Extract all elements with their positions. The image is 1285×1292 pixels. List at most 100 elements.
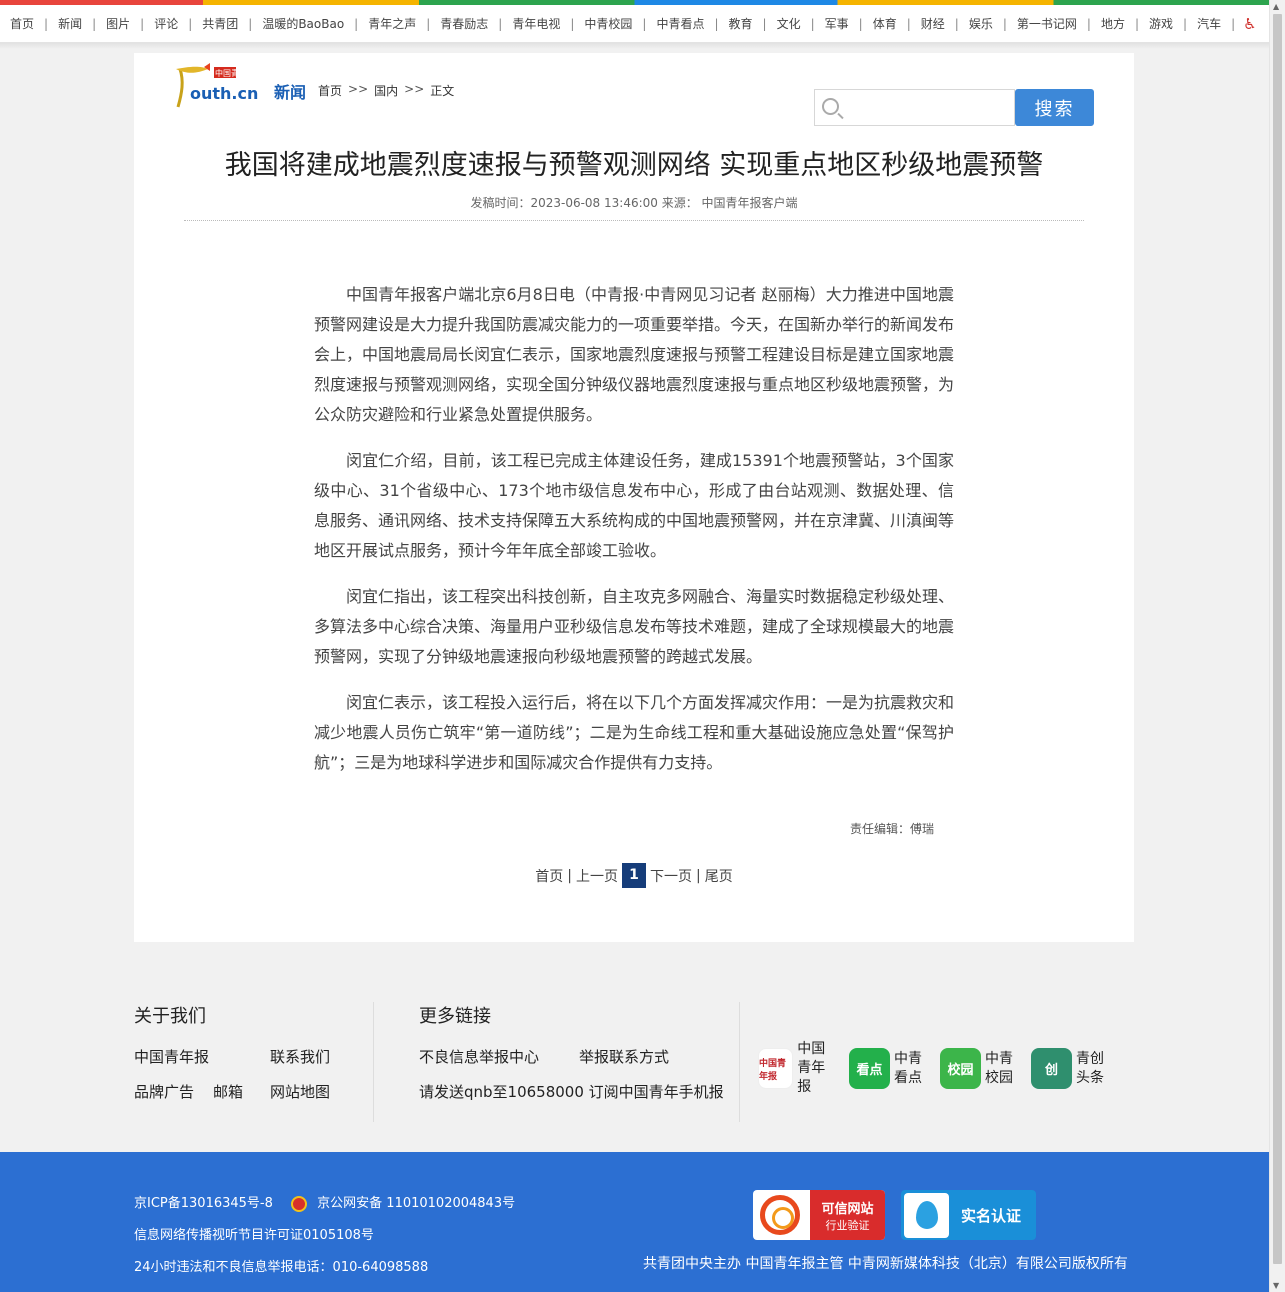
- pager-last[interactable]: 尾页: [705, 866, 733, 886]
- breadcrumb-domestic[interactable]: 国内: [374, 82, 398, 99]
- nav-link[interactable]: 中青看点: [646, 15, 714, 32]
- article-body: 中国青年报客户端北京6月8日电（中青报·中青网见习记者 赵丽梅）大力推进中国地震…: [314, 280, 954, 794]
- nav-link[interactable]: 首页: [0, 15, 44, 32]
- wheelchair-icon[interactable]: ♿: [1235, 15, 1256, 33]
- more-links-title: 更多链接: [419, 1006, 491, 1027]
- water-drop-icon: [904, 1192, 949, 1238]
- top-navigation: 首页 | 新闻 | 图片 | 评论 | 共青团 | 温暖的BaoBao | 青年之声 | 青春励志 | 青年电视…: [0, 5, 1269, 43]
- nav-link[interactable]: 第一书记网: [1007, 15, 1087, 32]
- about-title: 关于我们: [134, 1006, 206, 1027]
- breadcrumb-home[interactable]: 首页: [318, 82, 342, 99]
- nav-item: 评论 |: [144, 15, 192, 32]
- nav-item: 新闻 |: [48, 15, 96, 32]
- pager-separator: |: [696, 867, 701, 884]
- app-list: 中国青年报 中国 青年报 看点 中青 看点 校园 中青 校园 创 青创 头条: [758, 1040, 1106, 1097]
- nav-item: 图片 |: [96, 15, 144, 32]
- logo-domain: outh.cn: [190, 84, 258, 103]
- app-cyd[interactable]: 中国青年报 中国 青年报: [758, 1040, 833, 1097]
- nav-item: 首页 |: [0, 15, 48, 32]
- nav-link[interactable]: 中青校园: [574, 15, 642, 32]
- nav-link[interactable]: 青年电视: [502, 15, 570, 32]
- footer-link-report-center[interactable]: 不良信息举报中心: [419, 1046, 579, 1067]
- campus-app-icon: 校园: [940, 1048, 981, 1089]
- copyright: 共青团中央主办 中国青年报主管 中青网新媒体科技（北京）有限公司版权所有: [643, 1256, 1128, 1272]
- nav-link[interactable]: 温暖的BaoBao: [252, 15, 354, 32]
- nav-link[interactable]: 汽车: [1187, 15, 1231, 32]
- nav-link[interactable]: 文化: [767, 15, 811, 32]
- footer-link-report-contact[interactable]: 举报联系方式: [579, 1046, 709, 1067]
- channel-label[interactable]: 新闻: [274, 79, 306, 103]
- breadcrumb: 首页 >> 国内 >> 正文: [318, 82, 454, 99]
- vertical-scrollbar[interactable]: ▲ ▼: [1269, 0, 1285, 1292]
- footer-link-mobile-paper[interactable]: 请发送qnb至10658000 订阅中国青年手机报: [419, 1081, 724, 1102]
- app-campus[interactable]: 校园 中青 校园: [940, 1040, 1015, 1097]
- search-bar: 搜索: [814, 89, 1094, 126]
- nav-link[interactable]: 地方: [1091, 15, 1135, 32]
- article-title: 我国将建成地震烈度速报与预警观测网络 实现重点地区秒级地震预警: [224, 150, 1044, 181]
- footer-link-cyd[interactable]: 中国青年报: [134, 1046, 270, 1067]
- footer-links: 关于我们 中国青年报 联系我们 品牌广告 邮箱 网站地图 更多链接 不良信息举报…: [0, 942, 1269, 1152]
- article-paragraph: 中国青年报客户端北京6月8日电（中青报·中青网见习记者 赵丽梅）大力推进中国地震…: [314, 285, 955, 424]
- nav-item: 体育 |: [863, 15, 911, 32]
- footer-link-ads[interactable]: 品牌广告: [134, 1081, 213, 1102]
- footer-link-sitemap[interactable]: 网站地图: [270, 1081, 350, 1102]
- breadcrumb-separator: >>: [404, 82, 425, 96]
- trusted-site-badge[interactable]: 可信网站 行业验证: [753, 1190, 885, 1240]
- search-icon: [822, 98, 839, 115]
- article-container: 中国青年网 outh.cn 新闻 首页 >> 国内 >> 正文 搜索 我国将建成…: [134, 53, 1134, 942]
- nav-item: 军事 |: [815, 15, 863, 32]
- footer-legal: 京ICP备13016345号-8 京公网安备 11010102004843号 信…: [0, 1152, 1269, 1292]
- nav-link[interactable]: 游戏: [1139, 15, 1183, 32]
- pager-current[interactable]: 1: [622, 863, 646, 888]
- scrollbar-thumb[interactable]: [1273, 14, 1282, 1264]
- breadcrumb-current: 正文: [430, 84, 455, 98]
- nav-item: 财经 |: [911, 15, 959, 32]
- nav-item: 汽车 |: [1187, 15, 1235, 32]
- more-links-section: 更多链接 不良信息举报中心 举报联系方式 请发送qnb至10658000 订阅中…: [419, 1002, 724, 1102]
- youth-logo[interactable]: 中国青年网 outh.cn: [174, 63, 266, 115]
- scroll-down-icon[interactable]: ▼: [1273, 1281, 1279, 1290]
- nav-link[interactable]: 新闻: [48, 15, 92, 32]
- av-license: 信息网络传播视听节目许可证0105108号: [134, 1228, 374, 1243]
- pager-prev[interactable]: 上一页: [576, 866, 618, 886]
- nav-link[interactable]: 军事: [815, 15, 859, 32]
- real-name-badge[interactable]: 实名认证: [901, 1190, 1036, 1240]
- nav-link[interactable]: 教育: [719, 15, 763, 32]
- nav-item: 游戏 |: [1139, 15, 1187, 32]
- nav-item: 地方 |: [1091, 15, 1139, 32]
- editor-credit: 责任编辑：傅瑞: [850, 822, 935, 836]
- pager-first[interactable]: 首页: [535, 866, 563, 886]
- nav-item: 青年电视 |: [502, 15, 574, 32]
- search-field[interactable]: [814, 89, 1015, 126]
- nav-item: 第一书记网 |: [1007, 15, 1091, 32]
- nav-item: 青春励志 |: [430, 15, 502, 32]
- icp-link[interactable]: 京ICP备13016345号-8: [134, 1196, 273, 1211]
- nav-link[interactable]: 图片: [96, 15, 140, 32]
- nav-link[interactable]: 体育: [863, 15, 907, 32]
- article-paragraph: 闵宜仁介绍，目前，该工程已完成主体建设任务，建成15391个地震预警站，3个国家…: [314, 451, 955, 560]
- nav-link[interactable]: 评论: [144, 15, 188, 32]
- pager-next[interactable]: 下一页: [650, 866, 692, 886]
- footer-link-mail[interactable]: 邮箱: [213, 1081, 270, 1102]
- nav-link[interactable]: 青春励志: [430, 15, 498, 32]
- nav-link[interactable]: 娱乐: [959, 15, 1003, 32]
- report-hotline: 24小时违法和不良信息举报电话：010-64098588: [134, 1260, 429, 1275]
- scroll-up-icon[interactable]: ▲: [1273, 2, 1279, 11]
- footer-divider: [373, 1002, 374, 1122]
- nav-link[interactable]: 青年之声: [358, 15, 426, 32]
- nav-item: 中青看点 |: [646, 15, 718, 32]
- nav-link[interactable]: 财经: [911, 15, 955, 32]
- app-kandian[interactable]: 看点 中青 看点: [849, 1040, 924, 1097]
- logo-china-label: 中国青年网: [215, 68, 255, 78]
- article-meta: 发稿时间：2023-06-08 13:46:00 来源： 中国青年报客户端: [470, 196, 798, 210]
- search-input[interactable]: [847, 96, 1007, 120]
- nav-link[interactable]: 共青团: [192, 15, 248, 32]
- breadcrumb-separator: >>: [348, 82, 369, 96]
- about-section: 关于我们 中国青年报 联系我们 品牌广告 邮箱 网站地图: [134, 1002, 350, 1102]
- real-name-label: 实名认证: [961, 1206, 1022, 1225]
- nav-item: 共青团 |: [192, 15, 252, 32]
- footer-link-contact[interactable]: 联系我们: [270, 1046, 350, 1067]
- police-record-link[interactable]: 京公网安备 11010102004843号: [317, 1196, 515, 1211]
- app-qingchuang[interactable]: 创 青创 头条: [1031, 1040, 1106, 1097]
- search-button[interactable]: 搜索: [1015, 89, 1094, 126]
